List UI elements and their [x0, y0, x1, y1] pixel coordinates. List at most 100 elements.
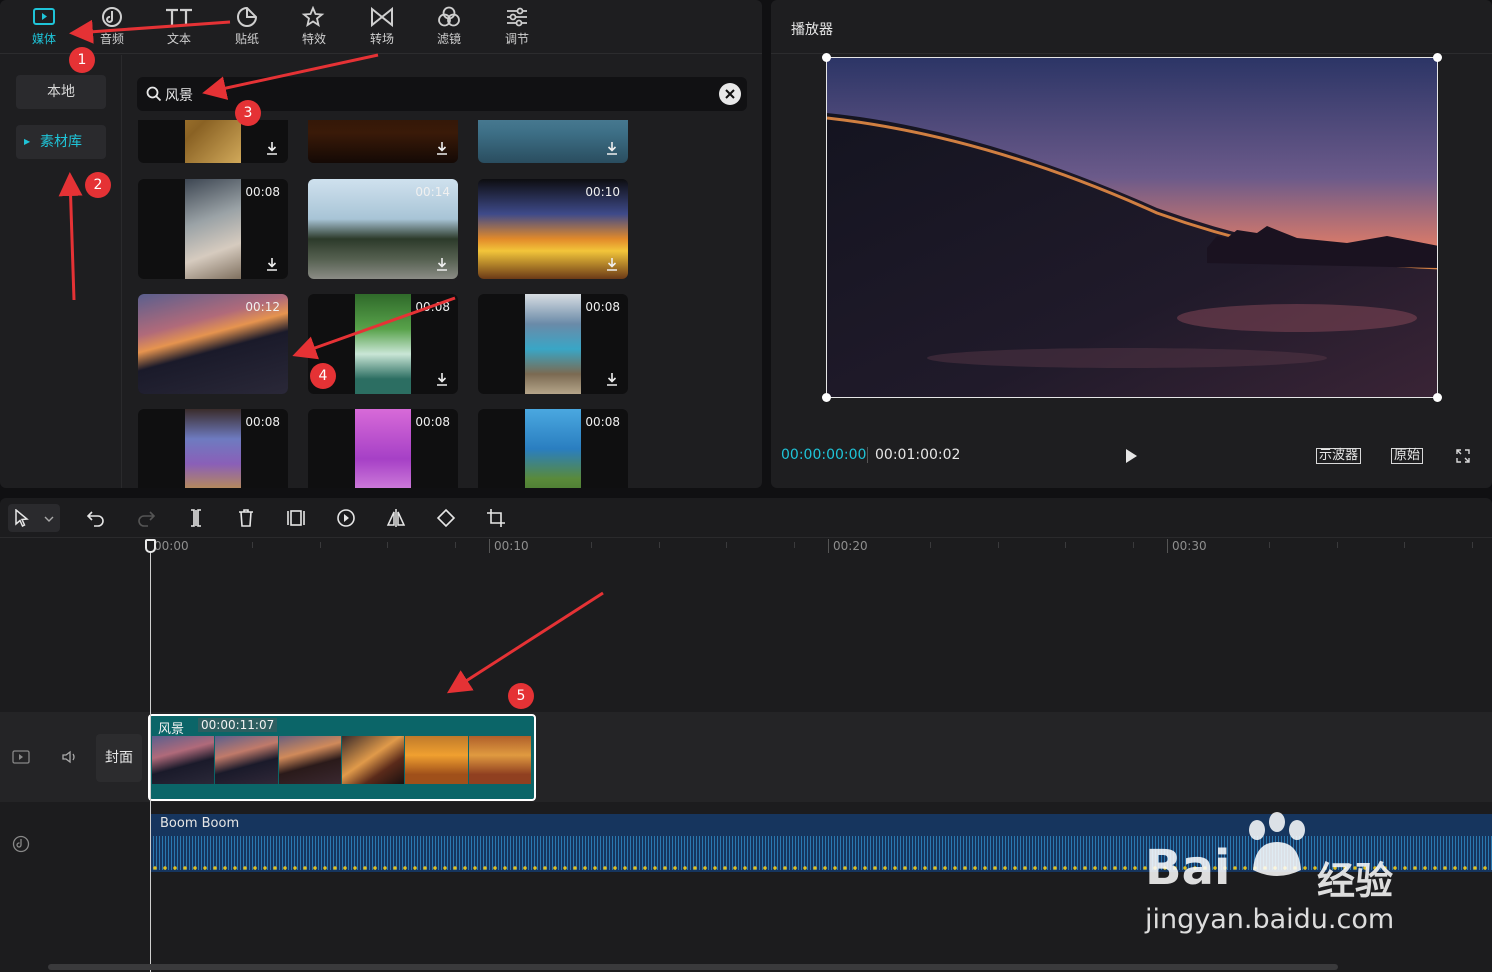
select-tool-dropdown[interactable] [8, 504, 60, 532]
split-icon[interactable] [186, 508, 206, 528]
adjust-icon [507, 7, 527, 27]
timeline-toolbar [0, 498, 1492, 538]
duration-label: 00:14 [415, 185, 450, 199]
ruler-major-tick [828, 539, 829, 553]
speaker-icon[interactable] [61, 750, 79, 764]
tab-sticker[interactable]: 贴纸 [219, 4, 275, 52]
time-divider [867, 447, 868, 463]
ruler-tick [591, 542, 592, 548]
media-tile[interactable]: 00:14 [308, 179, 458, 279]
media-tile[interactable]: 00:10 [478, 179, 628, 279]
sidebar-item-library[interactable]: ▶ 素材库 [16, 125, 106, 159]
play-icon[interactable] [1123, 448, 1139, 464]
media-tile[interactable] [478, 120, 628, 163]
reverse-play-icon[interactable] [336, 508, 356, 528]
media-tile[interactable]: 00:08 [308, 409, 458, 488]
playhead[interactable] [150, 540, 151, 972]
ruler-tick [659, 542, 660, 548]
transition-icon [371, 6, 393, 28]
sidebar-item-label: 本地 [47, 84, 75, 100]
audio-track-icon[interactable] [12, 835, 30, 853]
watermark-url: jingyan.baidu.com [1145, 904, 1395, 935]
player-panel: 播放器 00:00:00:00 00:01:00:02 示波器 原始 [771, 0, 1492, 488]
effects-icon [301, 6, 325, 27]
oscilloscope-button[interactable]: 示波器 [1316, 448, 1362, 464]
download-icon[interactable] [436, 257, 448, 271]
tab-transition[interactable]: 转场 [354, 4, 410, 52]
freeze-frame-icon[interactable] [286, 508, 306, 528]
ruler-tick [387, 542, 388, 548]
duration-label: 00:08 [415, 300, 450, 314]
tab-media[interactable]: 媒体 [16, 4, 72, 52]
current-time: 00:00:00:00 [781, 447, 867, 463]
ruler-tick [1065, 542, 1066, 548]
fullscreen-icon[interactable] [1456, 449, 1470, 463]
video-preview[interactable] [826, 57, 1438, 398]
redo-icon[interactable] [136, 508, 156, 528]
cover-button[interactable]: 封面 [96, 734, 142, 782]
media-sidebar: 本地 ▶ 素材库 [0, 55, 122, 488]
download-icon[interactable] [606, 141, 618, 155]
ruler-tick [726, 542, 727, 548]
media-tile[interactable]: 00:12 [138, 294, 288, 394]
resize-handle[interactable] [822, 393, 831, 402]
clip-frame [152, 736, 215, 784]
download-icon[interactable] [606, 257, 618, 271]
download-icon[interactable] [436, 141, 448, 155]
ruler-label: 00:30 [1172, 539, 1207, 553]
ruler-tick [794, 542, 795, 548]
delete-icon[interactable] [236, 508, 256, 528]
media-tile[interactable]: 00:08 [138, 409, 288, 488]
tab-adjust[interactable]: 调节 [489, 4, 545, 52]
thumbnail [525, 409, 581, 488]
tab-label: 音频 [99, 32, 124, 46]
tab-audio[interactable]: 音频 [84, 4, 140, 52]
media-tile[interactable]: 00:08 [478, 409, 628, 488]
clear-search-button[interactable] [719, 83, 741, 105]
rotate-icon[interactable] [436, 508, 456, 528]
crop-icon[interactable] [486, 508, 506, 528]
audio-icon [102, 7, 122, 27]
clip-filmstrip [152, 736, 532, 784]
duration-label: 00:08 [585, 415, 620, 429]
search-input[interactable]: 风景 [137, 77, 747, 111]
undo-icon[interactable] [86, 508, 106, 528]
tab-filter[interactable]: 滤镜 [421, 4, 477, 52]
thumbnail [525, 294, 581, 394]
ruler-label: 00:10 [494, 539, 529, 553]
tab-text[interactable]: 文本 [151, 4, 207, 52]
ruler-tick [1472, 542, 1473, 548]
download-icon[interactable] [436, 372, 448, 386]
sidebar-item-local[interactable]: 本地 [16, 75, 106, 109]
playhead-handle[interactable] [145, 539, 156, 553]
annotation-badge: 5 [508, 683, 534, 709]
ruler-tick [1133, 542, 1134, 548]
tab-label: 文本 [166, 32, 191, 46]
media-panel: 媒体 音频 文本 贴纸 特效 转场 滤镜 调节 本地 ▶ 素材库 风景 00:0… [0, 0, 762, 488]
resize-handle[interactable] [822, 53, 831, 62]
ruler-major-tick [1167, 539, 1168, 553]
ruler-tick [320, 542, 321, 548]
download-icon[interactable] [266, 257, 278, 271]
timeline-scrollbar[interactable] [48, 964, 1338, 970]
tab-effects[interactable]: 特效 [286, 4, 342, 52]
download-icon[interactable] [266, 141, 278, 155]
media-tile[interactable]: 00:08 [138, 179, 288, 279]
download-icon[interactable] [606, 372, 618, 386]
audio-clip-name: Boom Boom [160, 816, 240, 831]
resize-handle[interactable] [1433, 53, 1442, 62]
original-ratio-button[interactable]: 原始 [1391, 448, 1424, 464]
watermark-brand-cn: 经验 [1317, 859, 1394, 903]
resize-handle[interactable] [1433, 393, 1442, 402]
media-tile[interactable] [138, 120, 288, 163]
video-track-icon[interactable] [12, 750, 30, 764]
duration-label: 00:08 [245, 185, 280, 199]
clip-frame [468, 736, 531, 784]
time-ruler[interactable]: 00:00 00:10 00:20 00:30 [150, 538, 1492, 554]
media-tile[interactable]: 00:08 [478, 294, 628, 394]
clip-frame [215, 736, 278, 784]
clip-duration: 00:00:11:07 [198, 718, 278, 732]
video-clip[interactable]: 风景 00:00:11:07 [148, 714, 536, 801]
mirror-icon[interactable] [386, 508, 406, 528]
media-tile[interactable] [308, 120, 458, 163]
